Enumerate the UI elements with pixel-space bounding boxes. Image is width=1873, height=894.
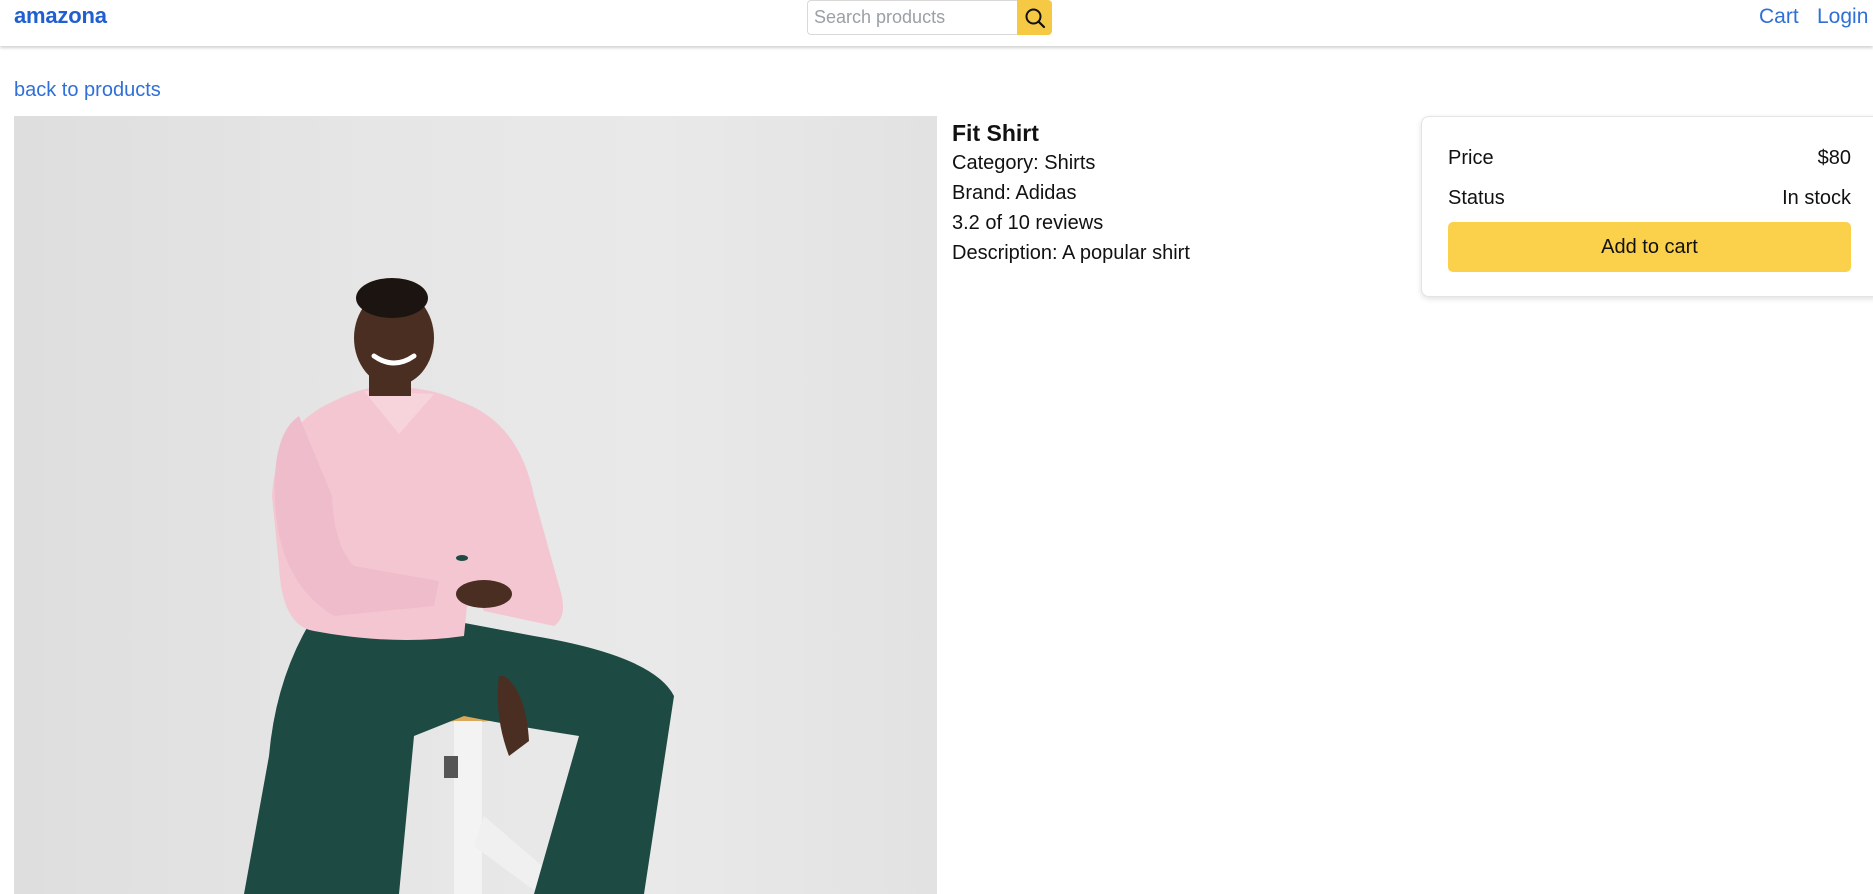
product-image (14, 116, 937, 894)
search-button[interactable] (1017, 0, 1052, 35)
status-label: Status (1448, 187, 1505, 209)
search-form (807, 0, 1052, 35)
price-value: $80 (1817, 147, 1851, 169)
product-name: Fit Shirt (952, 120, 1039, 146)
top-navbar: amazona Cart Login (0, 0, 1873, 46)
search-input[interactable] (807, 0, 1017, 35)
price-label: Price (1448, 147, 1494, 169)
product-photo (244, 278, 674, 894)
product-brand: Brand: Adidas (952, 182, 1077, 204)
product-info: Fit Shirt Category: Shirts Brand: Adidas… (952, 118, 1190, 268)
product-reviews: 3.2 of 10 reviews (952, 212, 1104, 234)
status-row: Status In stock (1448, 187, 1851, 210)
price-row: Price $80 (1448, 147, 1851, 170)
status-value: In stock (1782, 187, 1851, 209)
nav-login-link[interactable]: Login (1817, 5, 1868, 29)
price-card: Price $80 Status In stock Add to cart (1421, 116, 1873, 297)
product-category: Category: Shirts (952, 152, 1096, 174)
nav-cart-link[interactable]: Cart (1759, 5, 1799, 29)
brand-logo-link[interactable]: amazona (14, 3, 107, 29)
back-to-products-link[interactable]: back to products (14, 79, 161, 102)
search-icon (1025, 8, 1045, 28)
product-description: Description: A popular shirt (952, 242, 1190, 264)
add-to-cart-button[interactable]: Add to cart (1448, 222, 1851, 272)
